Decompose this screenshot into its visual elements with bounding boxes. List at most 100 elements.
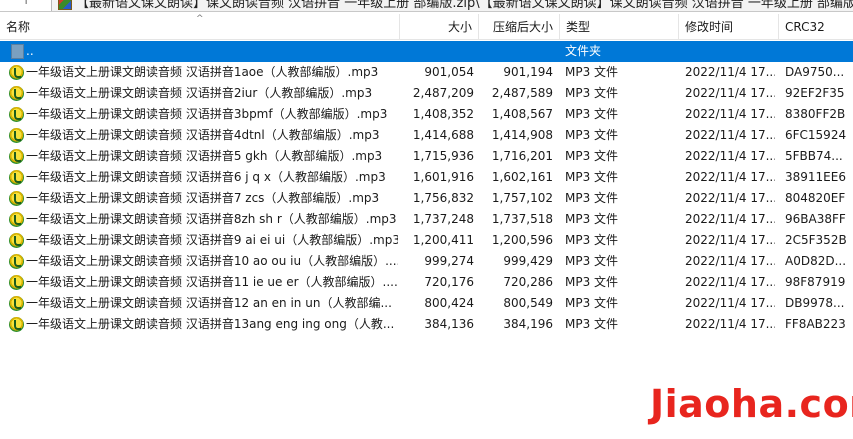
file-type: MP3 文件 — [565, 191, 619, 205]
file-crc32: 804820EF — [785, 191, 846, 205]
file-crc32: 92EF2F35 — [785, 86, 845, 100]
file-row[interactable]: 一年级语文上册课文朗读音频 汉语拼音4dtnl（人教部编版）.mp3 1,414,… — [0, 125, 853, 146]
mp3-file-icon — [9, 170, 24, 185]
file-row[interactable]: 一年级语文上册课文朗读音频 汉语拼音1aoe（人教部编版）.mp3 901,054… — [0, 62, 853, 83]
file-type: MP3 文件 — [565, 296, 619, 310]
file-packed-size: 1,602,161 — [491, 170, 553, 184]
file-size: 999,274 — [424, 254, 474, 268]
file-crc32: 38911EE6 — [785, 170, 846, 184]
file-type: MP3 文件 — [565, 128, 619, 142]
file-name: 一年级语文上册课文朗读音频 汉语拼音4dtnl（人教部编版）.mp3 — [26, 125, 398, 146]
file-crc32: 2C5F352B — [785, 233, 847, 247]
file-crc32: DB9978... — [785, 296, 845, 310]
file-name: 一年级语文上册课文朗读音频 汉语拼音12 an en in un（人教部编... — [26, 293, 398, 314]
file-size: 901,054 — [424, 65, 474, 79]
column-modified[interactable]: 修改时间 — [679, 14, 779, 40]
mp3-file-icon — [9, 149, 24, 164]
file-type: MP3 文件 — [565, 65, 619, 79]
mp3-file-icon — [9, 65, 24, 80]
file-size: 1,200,411 — [412, 233, 474, 247]
mp3-file-icon — [9, 296, 24, 311]
mp3-file-icon — [9, 233, 24, 248]
file-modified: 2022/11/4 17... — [685, 128, 775, 142]
mp3-file-icon — [9, 107, 24, 122]
file-type: MP3 文件 — [565, 170, 619, 184]
file-packed-size: 1,716,201 — [491, 149, 553, 163]
file-name: 一年级语文上册课文朗读音频 汉语拼音3bpmf（人教部编版）.mp3 — [26, 104, 398, 125]
column-type[interactable]: 类型 — [560, 14, 679, 40]
file-name: 一年级语文上册课文朗读音频 汉语拼音11 ie ue er（人教部编版）.... — [26, 272, 398, 293]
file-modified: 2022/11/4 17... — [685, 65, 775, 79]
file-list: .. 文件夹 一年级语文上册课文朗读音频 汉语拼音1aoe（人教部编版）.mp3… — [0, 41, 853, 335]
file-crc32: A0D82D... — [785, 254, 847, 268]
file-name: 一年级语文上册课文朗读音频 汉语拼音8zh sh r（人教部编版）.mp3 — [26, 209, 398, 230]
file-name: 一年级语文上册课文朗读音频 汉语拼音2iur（人教部编版）.mp3 — [26, 83, 398, 104]
file-size: 720,176 — [424, 275, 474, 289]
file-size: 384,136 — [424, 317, 474, 331]
file-row[interactable]: 一年级语文上册课文朗读音频 汉语拼音13ang eng ing ong（人教..… — [0, 314, 853, 335]
file-type: MP3 文件 — [565, 317, 619, 331]
file-row[interactable]: 一年级语文上册课文朗读音频 汉语拼音11 ie ue er（人教部编版）....… — [0, 272, 853, 293]
file-row[interactable]: 一年级语文上册课文朗读音频 汉语拼音9 ai ei ui（人教部编版）.mp3 1… — [0, 230, 853, 251]
file-row[interactable]: 一年级语文上册课文朗读音频 汉语拼音3bpmf（人教部编版）.mp3 1,408,… — [0, 104, 853, 125]
file-type: MP3 文件 — [565, 107, 619, 121]
file-modified: 2022/11/4 17... — [685, 86, 775, 100]
file-size: 2,487,209 — [412, 86, 474, 100]
mp3-file-icon — [9, 128, 24, 143]
file-crc32: 96BA38FF — [785, 212, 846, 226]
file-modified: 2022/11/4 17... — [685, 275, 775, 289]
file-crc32: 6FC15924 — [785, 128, 847, 142]
file-modified: 2022/11/4 17... — [685, 149, 775, 163]
file-modified: 2022/11/4 17... — [685, 191, 775, 205]
file-row[interactable]: 一年级语文上册课文朗读音频 汉语拼音5 gkh（人教部编版）.mp3 1,715,… — [0, 146, 853, 167]
file-name: 一年级语文上册课文朗读音频 汉语拼音6 j q x（人教部编版）.mp3 — [26, 167, 398, 188]
file-name: 一年级语文上册课文朗读音频 汉语拼音7 zcs（人教部编版）.mp3 — [26, 188, 398, 209]
file-modified: 2022/11/4 17... — [685, 317, 775, 331]
file-packed-size: 800,549 — [503, 296, 553, 310]
file-size: 1,737,248 — [412, 212, 474, 226]
column-packed-size[interactable]: 压缩后大小 — [479, 14, 560, 40]
file-crc32: FF8AB223 — [785, 317, 846, 331]
file-type: MP3 文件 — [565, 86, 619, 100]
column-size[interactable]: 大小 — [400, 14, 479, 40]
file-packed-size: 901,194 — [503, 65, 553, 79]
column-header: 名称 ^ 大小 压缩后大小 类型 修改时间 CRC32 — [0, 14, 853, 40]
file-packed-size: 1,737,518 — [491, 212, 553, 226]
column-crc32[interactable]: CRC32 — [779, 14, 853, 40]
file-row[interactable]: 一年级语文上册课文朗读音频 汉语拼音7 zcs（人教部编版）.mp3 1,756,… — [0, 188, 853, 209]
file-size: 1,715,936 — [412, 149, 474, 163]
file-type: MP3 文件 — [565, 275, 619, 289]
file-size: 1,414,688 — [412, 128, 474, 142]
mp3-file-icon — [9, 254, 24, 269]
file-type: MP3 文件 — [565, 149, 619, 163]
file-size: 1,756,832 — [412, 191, 474, 205]
archive-icon — [58, 0, 72, 10]
file-type: MP3 文件 — [565, 254, 619, 268]
up-button[interactable]: ↑ — [0, 0, 52, 11]
parent-folder-icon — [11, 44, 24, 59]
file-row[interactable]: 一年级语文上册课文朗读音频 汉语拼音8zh sh r（人教部编版）.mp3 1,7… — [0, 209, 853, 230]
file-modified: 2022/11/4 17... — [685, 254, 775, 268]
file-crc32: 8380FF2B — [785, 107, 846, 121]
file-type: MP3 文件 — [565, 212, 619, 226]
file-size: 1,601,916 — [412, 170, 474, 184]
file-row[interactable]: 一年级语文上册课文朗读音频 汉语拼音10 ao ou iu（人教部编版）....… — [0, 251, 853, 272]
file-modified: 2022/11/4 17... — [685, 233, 775, 247]
path-text[interactable]: 【最新语文课文朗读】课文朗读音频 汉语拼音 一年级上册 部编版.zip\【最新语… — [76, 0, 853, 11]
file-crc32: 5FBB74... — [785, 149, 843, 163]
up-arrow-icon: ↑ — [22, 0, 31, 7]
file-packed-size: 999,429 — [503, 254, 553, 268]
file-row[interactable]: 一年级语文上册课文朗读音频 汉语拼音12 an en in un（人教部编...… — [0, 293, 853, 314]
file-crc32: DA9750... — [785, 65, 845, 79]
mp3-file-icon — [9, 275, 24, 290]
parent-folder-type: 文件夹 — [565, 44, 602, 58]
file-crc32: 98F87919 — [785, 275, 846, 289]
mp3-file-icon — [9, 212, 24, 227]
file-packed-size: 1,200,596 — [491, 233, 553, 247]
file-modified: 2022/11/4 17... — [685, 170, 775, 184]
parent-folder-row[interactable]: .. 文件夹 — [0, 41, 853, 62]
file-modified: 2022/11/4 17... — [685, 296, 775, 310]
file-row[interactable]: 一年级语文上册课文朗读音频 汉语拼音2iur（人教部编版）.mp3 2,487,2… — [0, 83, 853, 104]
file-packed-size: 2,487,589 — [491, 86, 553, 100]
file-row[interactable]: 一年级语文上册课文朗读音频 汉语拼音6 j q x（人教部编版）.mp3 1,60… — [0, 167, 853, 188]
